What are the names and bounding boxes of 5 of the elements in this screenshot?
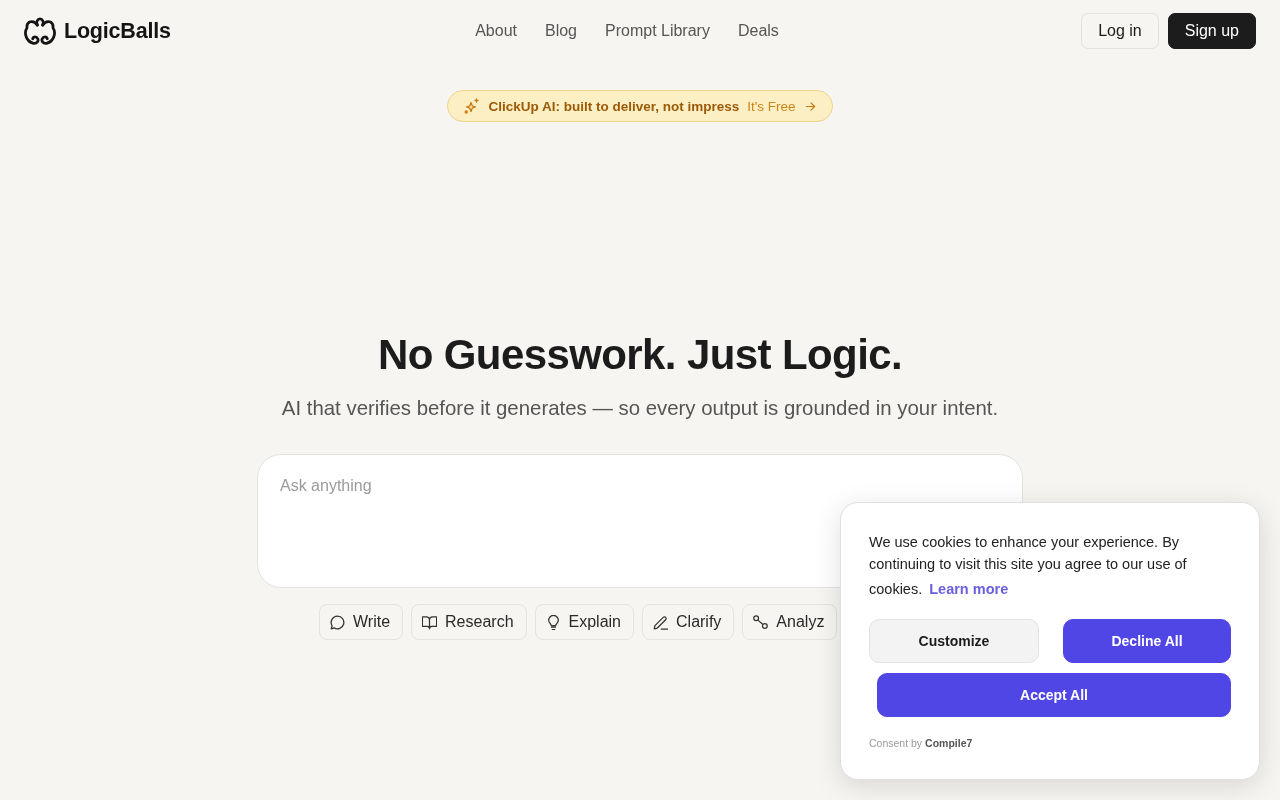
hero-title: No Guesswork. Just Logic. <box>377 330 903 380</box>
brand-name: LogicBalls <box>64 18 171 44</box>
promo-text: ClickUp AI: built to deliver, not impress <box>488 98 740 114</box>
consent-credit: Consent by Compile7 <box>869 737 973 749</box>
hero-subtitle: AI that verifies before it generates — so every output is grounded in your intent. <box>281 396 999 421</box>
